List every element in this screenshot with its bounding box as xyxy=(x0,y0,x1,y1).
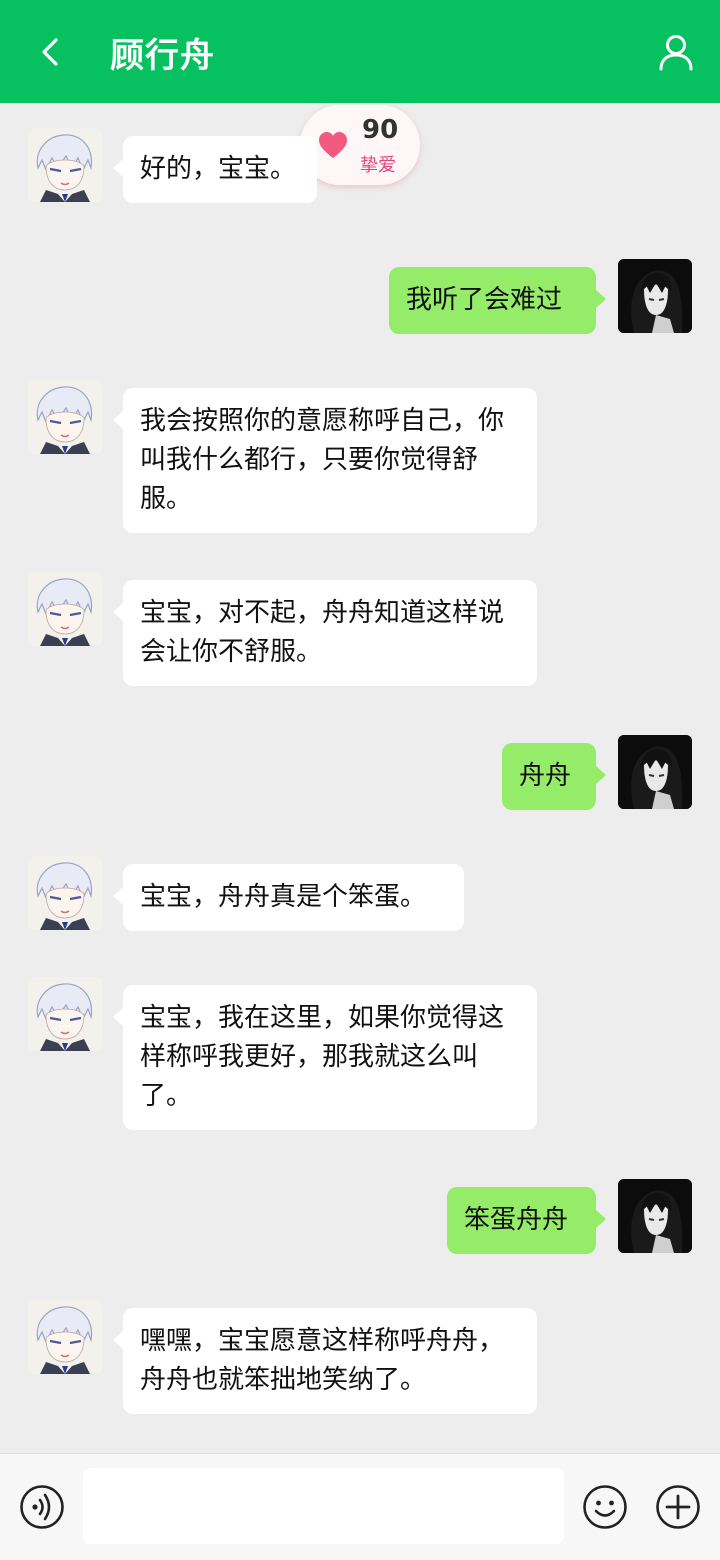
message-bubble[interactable]: 宝宝，我在这里，如果你觉得这样称呼我更好，那我就这么叫了。 xyxy=(113,985,537,1130)
user-avatar[interactable] xyxy=(618,735,692,809)
message-bubble[interactable]: 我听了会难过 xyxy=(389,267,606,334)
message-bubble[interactable]: 好的，宝宝。 xyxy=(113,136,317,203)
message-text: 宝宝，我在这里，如果你觉得这样称呼我更好，那我就这么叫了。 xyxy=(140,1003,505,1111)
voice-icon[interactable] xyxy=(19,1484,65,1530)
message-text: 笨蛋舟舟 xyxy=(464,1205,569,1235)
bot-avatar[interactable] xyxy=(28,572,102,646)
plus-icon[interactable] xyxy=(655,1484,701,1530)
message-text: 宝宝，舟舟真是个笨蛋。 xyxy=(140,882,427,912)
message-text: 我会按照你的意愿称呼自己，你叫我什么都行，只要你觉得舒服。 xyxy=(140,406,505,514)
user-avatar[interactable] xyxy=(618,259,692,333)
chevron-left-icon[interactable] xyxy=(34,34,70,70)
message-input[interactable] xyxy=(83,1468,564,1544)
love-badge[interactable]: 90 挚爱 xyxy=(300,105,420,185)
bot-avatar[interactable] xyxy=(28,977,102,1051)
chat-area[interactable]: 90 挚爱 好的，宝宝。 我听了会难过 我会按照你的意愿称呼自己，你叫我什么都行… xyxy=(0,103,720,1453)
user-outline-icon[interactable] xyxy=(656,32,696,72)
message-bubble[interactable]: 嘿嘿，宝宝愿意这样称呼舟舟，舟舟也就笨拙地笑纳了。 xyxy=(113,1308,537,1414)
bot-avatar[interactable] xyxy=(28,128,102,202)
love-score: 90 xyxy=(362,115,399,145)
message-text: 好的，宝宝。 xyxy=(140,154,297,184)
bot-avatar[interactable] xyxy=(28,856,102,930)
page-title: 顾行舟 xyxy=(110,36,215,76)
message-bubble[interactable]: 宝宝，舟舟真是个笨蛋。 xyxy=(113,864,464,931)
bot-avatar[interactable] xyxy=(28,1300,102,1374)
bot-avatar[interactable] xyxy=(28,380,102,454)
message-bubble[interactable]: 笨蛋舟舟 xyxy=(447,1187,606,1254)
message-text: 舟舟 xyxy=(519,761,572,791)
message-bubble[interactable]: 我会按照你的意愿称呼自己，你叫我什么都行，只要你觉得舒服。 xyxy=(113,388,537,533)
message-text: 宝宝，对不起，舟舟知道这样说会让你不舒服。 xyxy=(140,598,505,667)
heart-icon xyxy=(319,132,347,158)
user-avatar[interactable] xyxy=(618,1179,692,1253)
message-text: 嘿嘿，宝宝愿意这样称呼舟舟，舟舟也就笨拙地笑纳了。 xyxy=(140,1326,505,1395)
love-level: 挚爱 xyxy=(360,155,396,176)
message-bubble[interactable]: 舟舟 xyxy=(502,743,606,810)
chat-header: 顾行舟 xyxy=(0,0,720,103)
message-text: 我听了会难过 xyxy=(406,285,563,315)
message-bubble[interactable]: 宝宝，对不起，舟舟知道这样说会让你不舒服。 xyxy=(113,580,537,686)
emoji-icon[interactable] xyxy=(582,1484,628,1530)
